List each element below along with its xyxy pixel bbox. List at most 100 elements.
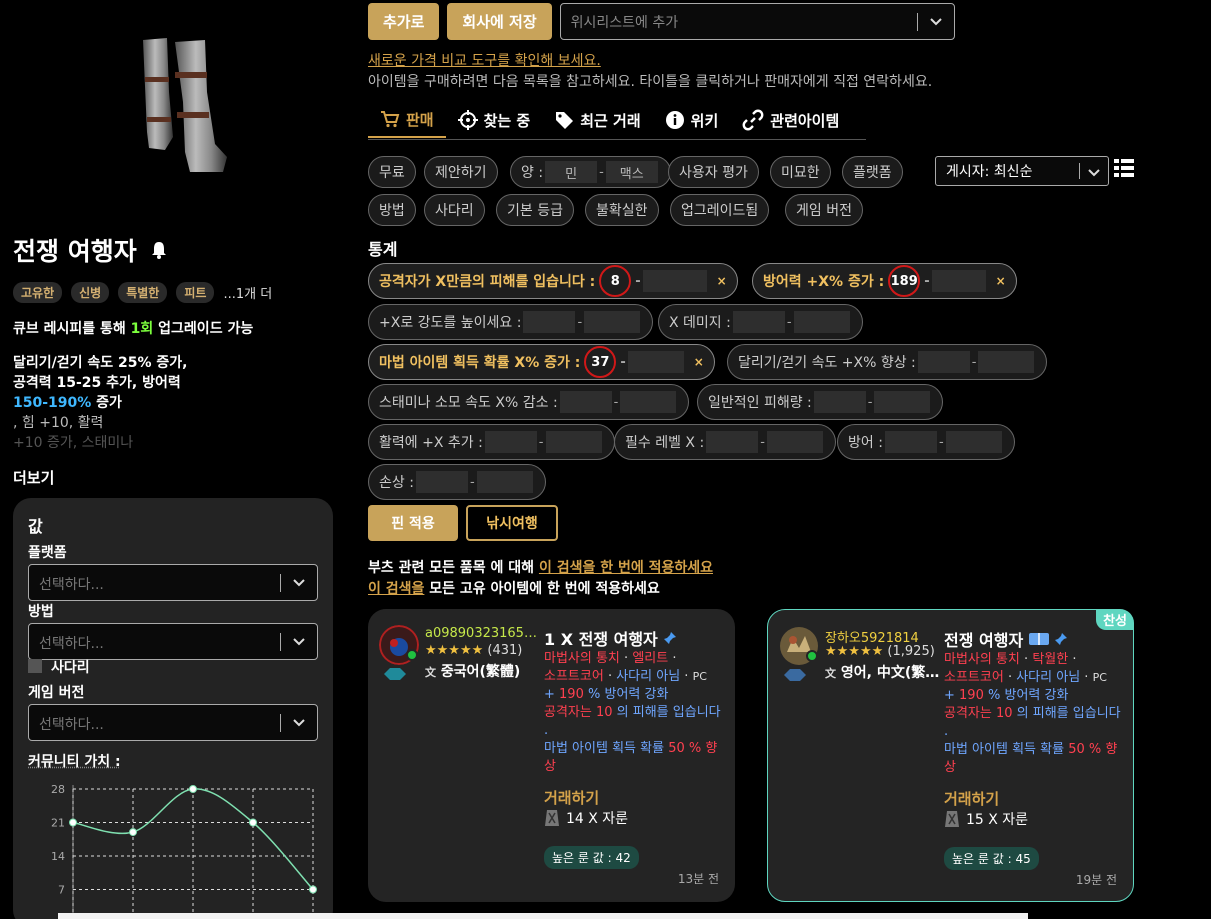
filter-ladder[interactable]: 사다리 xyxy=(424,194,485,226)
filter-user-rating[interactable]: 사용자 평가 xyxy=(668,156,759,188)
tag-recruit[interactable]: 신병 xyxy=(71,282,110,303)
panel-title: 값 xyxy=(28,517,43,536)
game-version-select[interactable]: 선택하다... xyxy=(28,704,318,741)
stat-min-input[interactable] xyxy=(917,351,970,373)
stat-min-value[interactable]: 37 xyxy=(584,346,617,378)
apply-all-uniques-link[interactable]: 이 검색을 xyxy=(368,581,424,597)
add-button[interactable]: 추가로 xyxy=(368,3,440,40)
stat-min-input[interactable] xyxy=(415,471,468,493)
quantity-min-input[interactable]: 민 xyxy=(545,161,598,183)
list-view-icon[interactable] xyxy=(1114,158,1134,178)
stat-normal-damage[interactable]: 일반적인 피해량 : - xyxy=(697,384,944,420)
range-dash: - xyxy=(867,394,873,410)
seller-language: 文 중국어(繁體) xyxy=(425,661,543,681)
fishing-trip-button[interactable]: 낚시여행 xyxy=(466,505,558,541)
filter-quantity[interactable]: 양 : 민 - 맥스 xyxy=(510,156,671,188)
atk-text: 의 피해를 입습니다 xyxy=(1016,706,1121,721)
stat-min-input[interactable] xyxy=(523,311,576,333)
stat-min-input[interactable] xyxy=(706,431,759,453)
pin-icon[interactable] xyxy=(1054,632,1068,646)
listing-card[interactable]: 찬성 장하오5921814 ★★★★★ (1,925) 文 영어, 中文(繁體)… xyxy=(767,609,1134,902)
stat-stamina-drain[interactable]: 스태미나 소모 속도 X% 감소 : - xyxy=(368,384,690,420)
tab-sell[interactable]: 판매 xyxy=(368,102,446,138)
chart-y-tick-label: 7 xyxy=(58,884,65,897)
show-more-link[interactable]: 더보기 xyxy=(13,467,54,488)
tab-searching[interactable]: 찾는 중 xyxy=(446,102,543,138)
tags-more[interactable]: ...1개 더 xyxy=(223,283,272,302)
stat-max-input[interactable] xyxy=(978,351,1035,373)
bottom-scroll-bar[interactable] xyxy=(58,913,1028,919)
save-to-company-button[interactable]: 회사에 저장 xyxy=(447,3,552,40)
pin-icon[interactable] xyxy=(663,631,677,645)
tab-wiki[interactable]: 위키 xyxy=(653,102,731,138)
price-compare-link[interactable]: 새로운 가격 비교 도구를 확인해 보세요. xyxy=(368,50,601,70)
stat-min-input[interactable] xyxy=(884,431,937,453)
stat-max-input[interactable] xyxy=(793,311,850,333)
stat-max-input[interactable] xyxy=(642,270,707,292)
stat-max-input[interactable] xyxy=(931,270,986,292)
stat-min-input[interactable] xyxy=(813,391,866,413)
seller-name[interactable]: a0989032316502 xyxy=(425,626,540,641)
stat-max-input[interactable] xyxy=(627,351,684,373)
apply-pin-button[interactable]: 핀 적용 xyxy=(368,505,458,541)
stat-defense[interactable]: 방어 : - xyxy=(837,424,1015,460)
stat-max-input[interactable] xyxy=(545,431,602,453)
listing-title[interactable]: 전쟁 여행자 xyxy=(944,627,1068,651)
atk-text: 의 피해를 입습니다 xyxy=(616,705,721,720)
listing-title[interactable]: 1 X 전쟁 여행자 xyxy=(544,626,677,650)
stat-min-input[interactable] xyxy=(484,431,537,453)
filter-unclear[interactable]: 불확실한 xyxy=(585,194,659,226)
filter-platform[interactable]: 플랫폼 xyxy=(842,156,903,188)
listing-card[interactable]: a0989032316502 ★★★★★ (431) 文 중국어(繁體) 1 X… xyxy=(368,609,735,902)
stat-required-level[interactable]: 필수 레벨 X : - xyxy=(614,424,836,460)
filter-free[interactable]: 무료 xyxy=(368,156,416,188)
stat-min-input[interactable] xyxy=(559,391,612,413)
tag-feet[interactable]: 피트 xyxy=(176,282,215,303)
remove-icon[interactable]: × xyxy=(996,274,1006,288)
stat-max-input[interactable] xyxy=(945,431,1002,453)
stat-min-input[interactable] xyxy=(732,311,785,333)
upvote-badge[interactable]: 찬성 xyxy=(1096,609,1134,630)
tag-special[interactable]: 특별한 xyxy=(118,282,168,303)
method-placeholder: 선택하다... xyxy=(39,636,104,652)
filter-offer[interactable]: 제안하기 xyxy=(424,156,498,188)
desc-line: , 힘 +10, 활력 xyxy=(13,415,104,431)
stat-x-damage[interactable]: X 데미지 : - xyxy=(658,304,863,340)
stat-max-input[interactable] xyxy=(476,471,533,493)
quantity-max-input[interactable]: 맥스 xyxy=(605,161,658,183)
chart-data-point xyxy=(249,818,257,827)
apply-all-boots-text: 부츠 관련 모든 품목 에 대해 이 검색을 한 번에 적용하세요 xyxy=(368,557,713,577)
stat-vitality[interactable]: 활력에 +X 추가 : - xyxy=(368,424,615,460)
stat-attacker-damage[interactable]: 공격자가 X만큼의 피해를 입습니다 : 8- × xyxy=(368,263,738,299)
stat-min-value[interactable]: 189 xyxy=(888,265,921,297)
stat-label: 마법 아이템 획득 확률 X% 증가 : xyxy=(379,355,581,371)
remove-icon[interactable]: × xyxy=(694,355,704,369)
mf-text: 향 xyxy=(705,741,718,756)
tab-related-items[interactable]: 관련아이템 xyxy=(730,102,851,138)
stat-damage[interactable]: 손상 : - xyxy=(368,464,546,500)
tab-recent-trades[interactable]: 최근 거래 xyxy=(542,102,652,138)
ladder-checkbox[interactable] xyxy=(28,659,42,673)
stat-max-input[interactable] xyxy=(874,391,931,413)
stat-defense-percent[interactable]: 방어력 +X% 증가 : 189- × xyxy=(752,263,1017,299)
filter-base-grade[interactable]: 기본 등급 xyxy=(496,194,574,226)
method-select[interactable]: 선택하다... xyxy=(28,623,318,660)
stat-max-input[interactable] xyxy=(766,431,823,453)
wishlist-select[interactable]: 위시리스트에 추가 xyxy=(559,3,955,40)
sort-select[interactable]: 게시자: 최신순 xyxy=(935,156,1109,186)
filter-subtle[interactable]: 미묘한 xyxy=(770,156,831,188)
filter-game-version[interactable]: 게임 버전 xyxy=(785,194,863,226)
stat-strength[interactable]: +X로 강도를 높이세요 : - xyxy=(368,304,654,340)
apply-all-boots-link[interactable]: 이 검색을 한 번에 적용하세요 xyxy=(539,560,713,576)
stat-max-input[interactable] xyxy=(620,391,677,413)
stat-max-input[interactable] xyxy=(584,311,641,333)
filter-upgraded[interactable]: 업그레이드됨 xyxy=(670,194,770,226)
remove-icon[interactable]: × xyxy=(717,274,727,288)
filter-method[interactable]: 방법 xyxy=(368,194,416,226)
tag-unique[interactable]: 고유한 xyxy=(13,282,63,303)
stat-run-speed[interactable]: 달리기/걷기 속도 +X% 향상 : - xyxy=(727,344,1048,380)
stat-magic-find[interactable]: 마법 아이템 획득 확률 X% 증가 : 37- × xyxy=(368,344,715,380)
bell-icon[interactable] xyxy=(151,241,167,259)
stat-min-value[interactable]: 8 xyxy=(599,265,632,297)
platform-select[interactable]: 선택하다... xyxy=(28,564,318,601)
